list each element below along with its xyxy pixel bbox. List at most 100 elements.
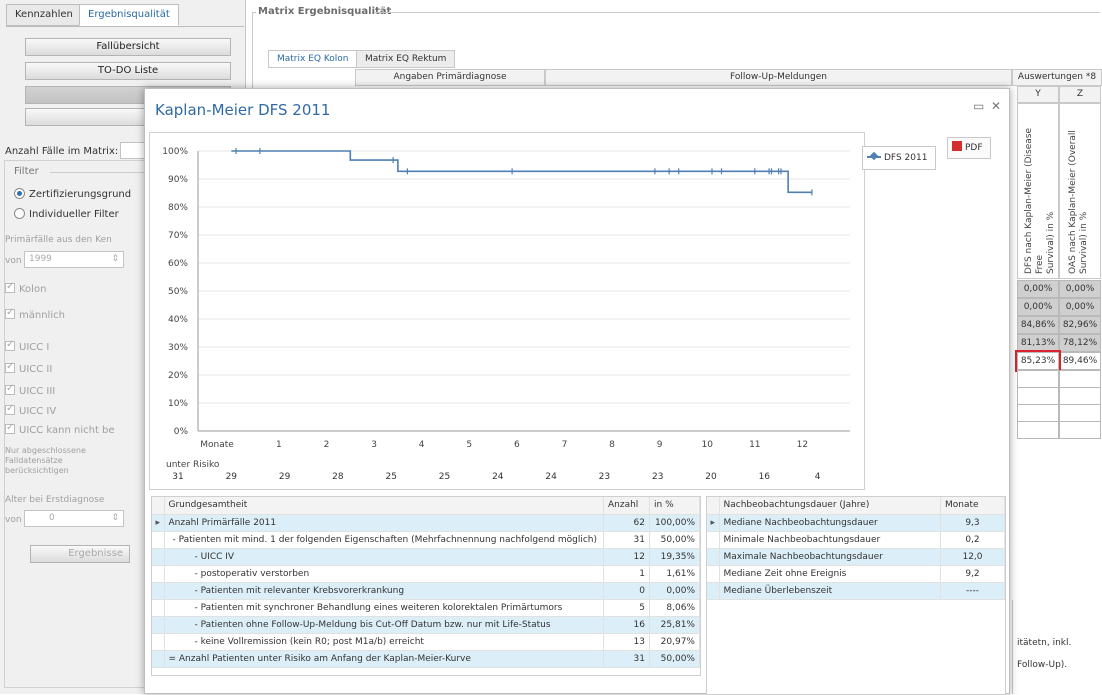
matrix-empty-cell[interactable] — [1059, 404, 1101, 422]
row-percent: 19,35% — [649, 548, 700, 566]
row-label: - Patienten mit mind. 1 der folgenden Ei… — [164, 531, 604, 549]
matrix-result-cell[interactable]: 0,00% — [1017, 298, 1059, 316]
table-row[interactable]: - Patienten mit relevanter Krebsvorerkra… — [152, 582, 700, 600]
matrix-empty-cell[interactable] — [1059, 387, 1101, 405]
tab-ergebnisqualitaet[interactable]: Ergebnisqualität — [79, 4, 179, 26]
highlight-box — [1015, 350, 1061, 372]
tab-matrix-eq-rektum[interactable]: Matrix EQ Rektum — [356, 50, 456, 68]
table-row[interactable]: - postoperativ verstorben 1 1,61% — [152, 565, 700, 583]
row-count: 13 — [603, 633, 650, 651]
matrix-title: Matrix Ergebnisqualität — [258, 6, 392, 17]
matrix-result-cell[interactable]: 0,00% — [1059, 298, 1101, 316]
pdf-button[interactable]: PDF — [947, 137, 991, 159]
row-count: 31 — [603, 531, 650, 549]
x-tick-label: 12 — [797, 440, 808, 450]
y-tick-label: 20% — [168, 371, 188, 381]
matrix-empty-cell[interactable] — [1017, 404, 1059, 422]
row-label: - Patienten mit synchroner Behandlung ei… — [164, 599, 604, 617]
kaplan-meier-dialog: Kaplan-Meier DFS 2011 ▭ ✕ 0% 10% 20% 30% 40%… — [144, 88, 1010, 695]
row-arrow-icon — [152, 582, 165, 600]
matrix-empty-cell[interactable] — [1059, 370, 1101, 388]
row-percent: 1,61% — [649, 565, 700, 583]
column-header-dfs: DFS nach Kaplan-Meier (Disease Free Survi… — [1017, 103, 1059, 279]
dfs-step-line — [231, 150, 812, 194]
row-arrow-icon — [152, 531, 165, 549]
row-arrow-icon — [707, 531, 720, 549]
x-tick-label: 3 — [371, 440, 377, 450]
grundgesamtheit-table: Grundgesamtheit Anzahl in % ▸ Anzahl Prim… — [151, 496, 701, 676]
nachbeobachtung-rows: ▸ Mediane Nachbeobachtungsdauer 9,3 Minimal… — [707, 514, 1005, 600]
table-row[interactable]: = Anzahl Patienten unter Risiko am Anfan… — [152, 650, 700, 668]
dfs-header-line: DFS nach Kaplan-Meier (Disease Free — [1024, 127, 1045, 274]
nachbeobachtung-table: Nachbeobachtungsdauer (Jahre) Monate ▸ Me… — [706, 496, 1006, 695]
row-percent: 25,81% — [649, 616, 700, 634]
matrix-title-line — [374, 12, 1100, 13]
row-count: 12 — [603, 548, 650, 566]
row-arrow-icon — [152, 650, 165, 668]
filter-group-box — [4, 160, 146, 688]
table-row[interactable]: Minimale Nachbeobachtungsdauer 0,2 — [707, 531, 1005, 549]
behind-text: Follow-Up). — [1017, 660, 1068, 670]
dfs-header-line: Survival) in % — [1046, 211, 1056, 274]
arrow-column-header — [152, 497, 165, 515]
table-row[interactable]: - Patienten mit synchroner Behandlung ei… — [152, 599, 700, 617]
at-risk-value: 4 — [815, 472, 821, 482]
row-arrow-icon — [152, 633, 165, 651]
matrix-result-cell[interactable]: 84,86% — [1017, 316, 1059, 334]
at-risk-value: 24 — [492, 472, 504, 482]
matrix-result-cell[interactable]: 89,46% — [1059, 352, 1101, 370]
y-tick-label: 70% — [168, 231, 188, 241]
x-tick-label: 5 — [466, 440, 472, 450]
cases-field[interactable] — [120, 142, 146, 159]
table-row[interactable]: ▸ Mediane Nachbeobachtungsdauer 9,3 — [707, 514, 1005, 532]
row-arrow-icon — [707, 565, 720, 583]
table-row[interactable]: Mediane Überlebenszeit ---- — [707, 582, 1005, 600]
row-arrow-icon — [707, 582, 720, 600]
minimize-icon[interactable]: ▭ — [973, 99, 984, 113]
tab-matrix-eq-kolon[interactable]: Matrix EQ Kolon — [268, 50, 358, 68]
row-label: - Patienten mit relevanter Krebsvorerkra… — [164, 582, 604, 600]
matrix-empty-cell[interactable] — [1059, 421, 1101, 439]
row-count: 31 — [603, 650, 650, 668]
y-tick-label: 40% — [168, 315, 188, 325]
column-header-grundgesamtheit: Grundgesamtheit — [164, 497, 604, 515]
pdf-label: PDF — [965, 143, 983, 153]
table-row[interactable]: - Patienten mit mind. 1 der folgenden Ei… — [152, 531, 700, 549]
table-row[interactable]: - keine Vollremission (kein R0; post M1a… — [152, 633, 700, 651]
row-label: Maximale Nachbeobachtungsdauer — [719, 548, 941, 566]
row-label: - postoperativ verstorben — [164, 565, 604, 583]
cases-label: Anzahl Fälle im Matrix: — [5, 146, 119, 157]
table-row[interactable]: - Patienten ohne Follow-Up-Meldung bis C… — [152, 616, 700, 634]
at-risk-value: 16 — [759, 472, 771, 482]
row-label: - Patienten ohne Follow-Up-Meldung bis C… — [164, 616, 604, 634]
row-percent: 20,97% — [649, 633, 700, 651]
at-risk-label: unter Risiko — [166, 460, 220, 470]
row-label: = Anzahl Patienten unter Risiko am Anfan… — [164, 650, 604, 668]
todo-list-button[interactable]: TO-DO Liste — [25, 62, 231, 80]
x-tick-label: 10 — [701, 440, 713, 450]
row-arrow-icon — [152, 616, 165, 634]
matrix-result-cell[interactable]: 82,96% — [1059, 316, 1101, 334]
kaplan-meier-chart: 0% 10% 20% 30% 40% 50% 60% 70% 80% 90% 100% Monate 1… — [162, 147, 850, 482]
chart-legend: DFS 2011 — [862, 146, 936, 170]
tab-kennzahlen[interactable]: Kennzahlen — [6, 4, 82, 26]
table-row[interactable]: - UICC IV 12 19,35% — [152, 548, 700, 566]
row-count: 0 — [603, 582, 650, 600]
matrix-empty-cell[interactable] — [1017, 387, 1059, 405]
x-tick-label: 6 — [514, 440, 520, 450]
fall-uebersicht-button[interactable]: Fallübersicht — [25, 38, 231, 56]
row-value: 9,2 — [940, 565, 1005, 583]
table-row[interactable]: Mediane Zeit ohne Ereignis 9,2 — [707, 565, 1005, 583]
table-row[interactable]: ▸ Anzahl Primärfälle 2011 62 100,00% — [152, 514, 700, 532]
matrix-result-cell[interactable]: 78,12% — [1059, 334, 1101, 352]
row-percent: 100,00% — [649, 514, 700, 532]
close-icon[interactable]: ✕ — [991, 99, 1001, 113]
column-header-anzahl: Anzahl — [603, 497, 650, 515]
table-row[interactable]: Maximale Nachbeobachtungsdauer 12,0 — [707, 548, 1005, 566]
matrix-empty-cell[interactable] — [1017, 370, 1059, 388]
matrix-empty-cell[interactable] — [1017, 421, 1059, 439]
matrix-result-cell[interactable]: 0,00% — [1059, 280, 1101, 298]
grundgesamtheit-rows: ▸ Anzahl Primärfälle 2011 62 100,00% - Patie… — [152, 514, 700, 668]
matrix-result-cell[interactable]: 0,00% — [1017, 280, 1059, 298]
legend-line-icon — [867, 151, 881, 161]
